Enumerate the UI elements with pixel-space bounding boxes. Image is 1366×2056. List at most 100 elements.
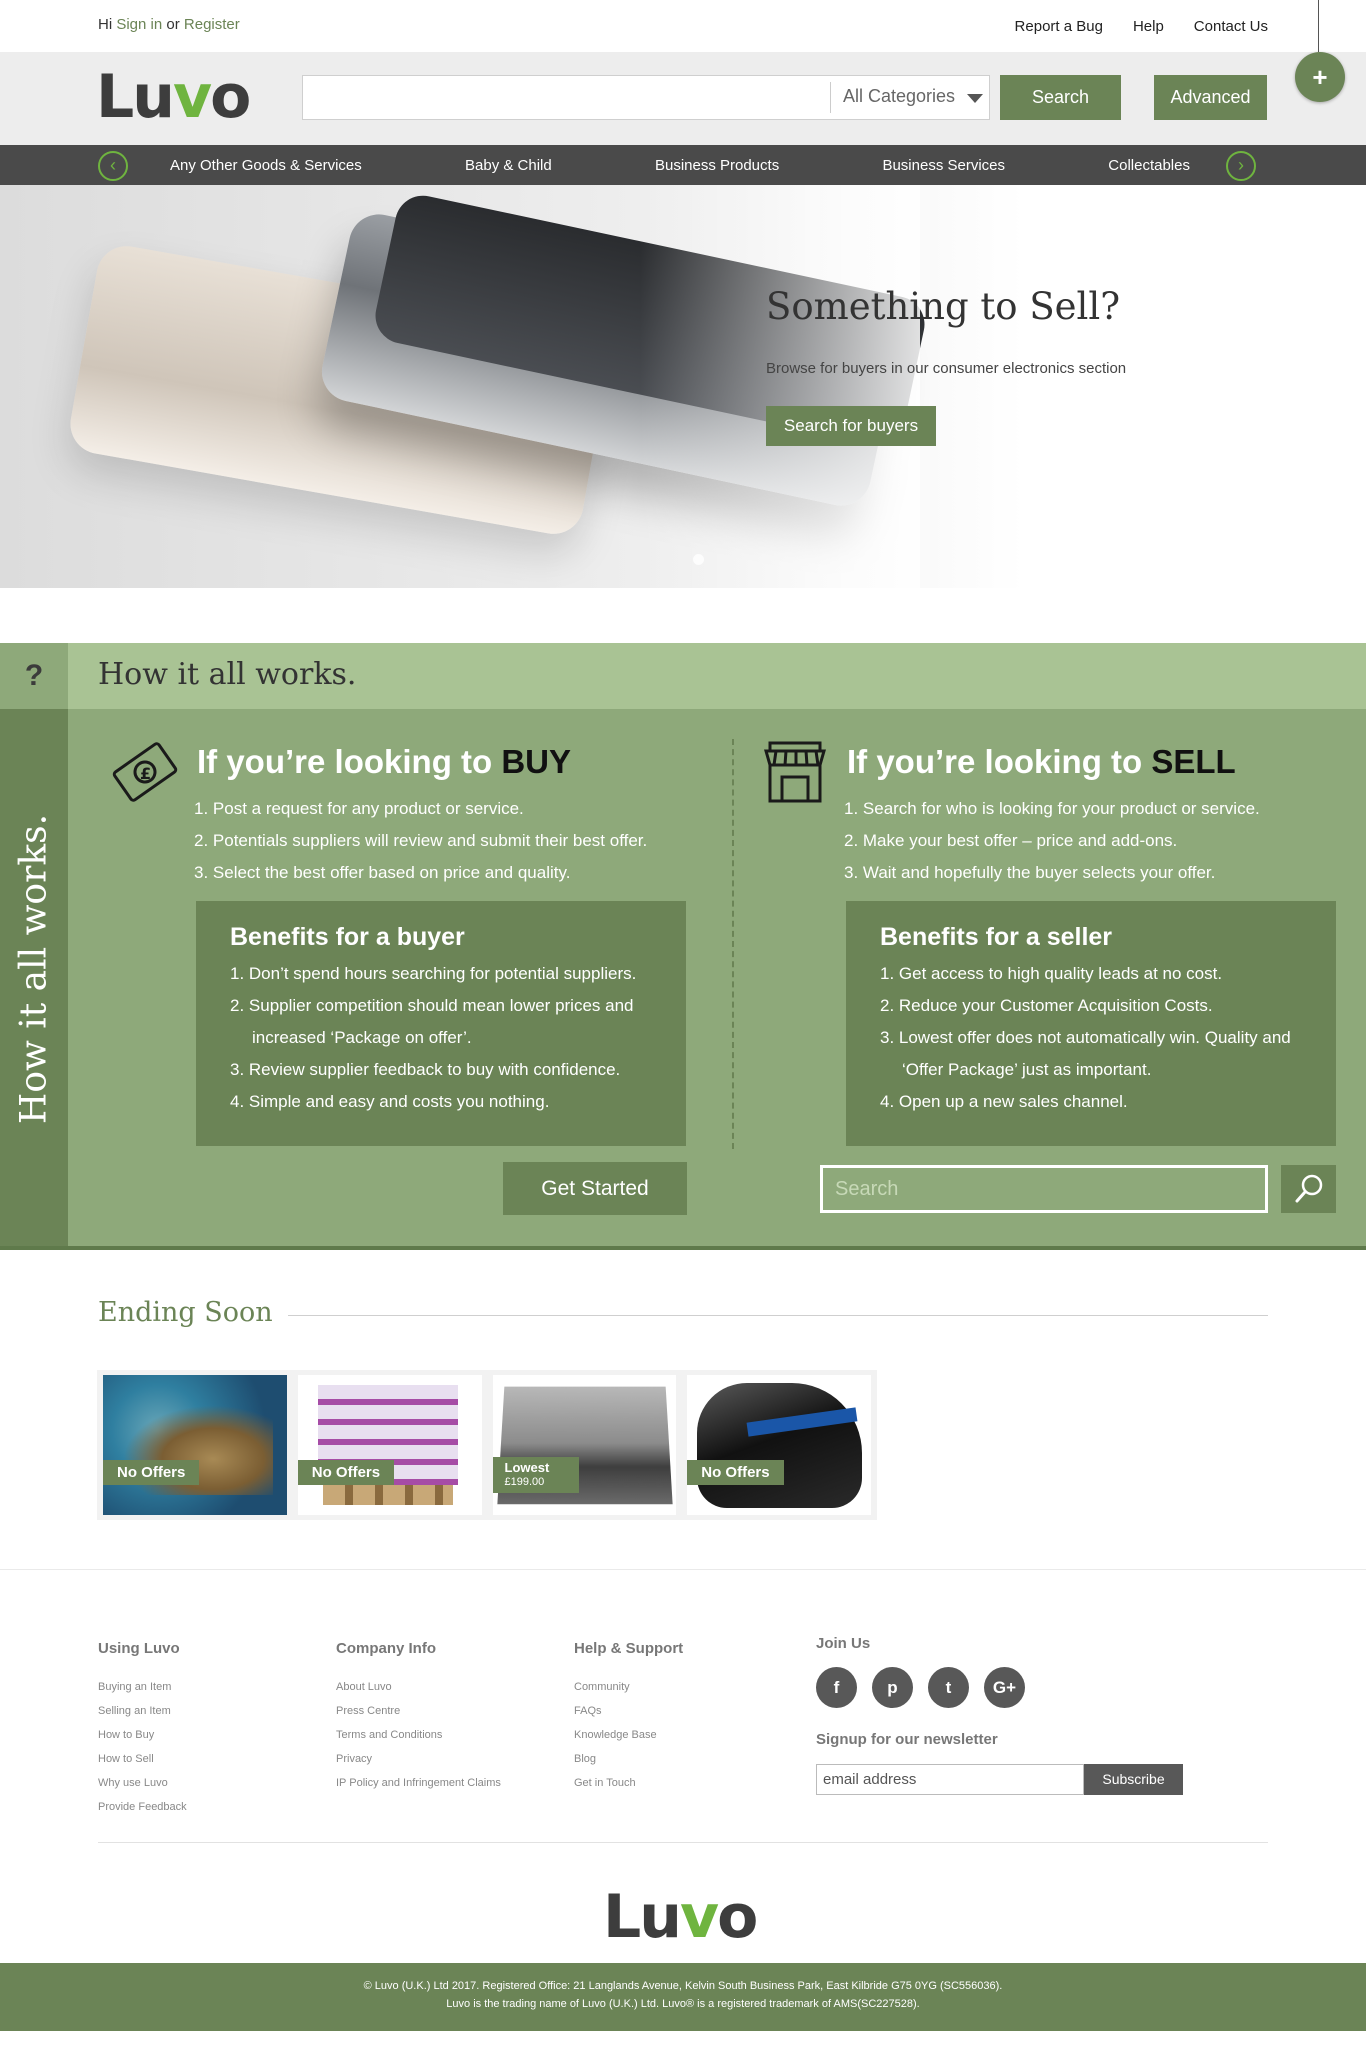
plus-icon[interactable]: + [1295,52,1345,102]
get-started-button[interactable]: Get Started [503,1162,687,1215]
listing-card[interactable]: Lowest £199.00 [492,1375,677,1515]
svg-text:£: £ [140,764,151,783]
search-for-buyers-button[interactable]: Search for buyers [766,406,936,446]
list-item: 3. Wait and hopefully the buyer selects … [844,863,1216,882]
join-us-title: Join Us [816,1635,871,1652]
offer-badge: No Offers [687,1460,784,1485]
nav-items: Any Other Goods & Services Baby & Child … [150,145,1210,185]
footer-link[interactable]: FAQs [574,1699,683,1723]
listing-card[interactable]: No Offers [297,1375,482,1515]
google-plus-icon[interactable]: G+ [984,1667,1025,1708]
sell-title-emph: SELL [1151,743,1236,780]
help-link[interactable]: Help [1133,18,1164,35]
footer-link[interactable]: Selling an Item [98,1699,187,1723]
category-select[interactable]: All Categories [843,86,955,107]
nav-item-collectables[interactable]: Collectables [1088,157,1210,174]
top-bar: Hi Sign in or Register Report a Bug Help… [0,0,1366,56]
footer-column-company-info: Company Info About Luvo Press Centre Ter… [336,1640,501,1795]
footer-column-title: Company Info [336,1640,436,1657]
hero-banner: Something to Sell? Browse for buyers in … [0,185,1366,588]
register-link[interactable]: Register [184,16,240,33]
list-item: 1. Don’t spend hours searching for poten… [230,964,637,983]
footer-link[interactable]: Community [574,1675,683,1699]
seller-benefits-list: 1. Get access to high quality leads at n… [880,958,1302,1118]
newsletter-email-input[interactable] [816,1764,1084,1795]
list-item: 2. Potentials suppliers will review and … [194,831,648,850]
buy-steps: 1. Post a request for any product or ser… [194,793,714,889]
list-item: 2. Make your best offer – price and add-… [844,831,1178,850]
pinterest-icon[interactable]: p [872,1667,913,1708]
nav-item-baby-child[interactable]: Baby & Child [445,157,572,174]
chevron-right-icon[interactable]: › [1226,151,1256,181]
footer-column-title: Help & Support [574,1640,684,1657]
advanced-search-button[interactable]: Advanced [1154,75,1267,120]
footer-link[interactable]: Press Centre [336,1699,501,1723]
footer-link[interactable]: How to Sell [98,1747,187,1771]
buyer-search-input[interactable] [820,1165,1268,1213]
offer-price: £199.00 [504,1476,545,1488]
divider [732,739,734,1149]
search-icon[interactable] [1281,1165,1336,1213]
subscribe-button[interactable]: Subscribe [1084,1764,1183,1795]
sign-in-link[interactable]: Sign in [116,16,162,33]
search-bar: All Categories [302,75,990,120]
divider [830,82,831,113]
footer-link[interactable]: Get in Touch [574,1771,683,1795]
hero-title: Something to Sell? [766,285,1121,328]
footer-link[interactable]: Terms and Conditions [336,1723,501,1747]
listing-card[interactable]: No Offers [103,1375,287,1515]
footer-link[interactable]: Blog [574,1747,683,1771]
search-button[interactable]: Search [1000,75,1121,120]
nav-item-any-other-goods[interactable]: Any Other Goods & Services [150,157,382,174]
list-item: 4. Simple and easy and costs you nothing… [230,1092,550,1111]
search-input[interactable] [303,76,830,119]
sell-steps: 1. Search for who is looking for your pr… [844,793,1364,889]
header: Luvo All Categories Search Advanced [0,52,1366,145]
footer-link[interactable]: About Luvo [336,1675,501,1699]
list-item: 1. Post a request for any product or ser… [194,799,524,818]
buy-title-prefix: If you’re looking to [197,743,493,780]
nav-item-business-services[interactable]: Business Services [862,157,1025,174]
newsletter-title: Signup for our newsletter [816,1731,998,1748]
carousel-dot[interactable] [693,554,704,565]
nav-item-business-products[interactable]: Business Products [635,157,799,174]
footer-link[interactable]: Privacy [336,1747,501,1771]
list-item: 3. Select the best offer based on price … [194,863,571,882]
footer-link[interactable]: Why use Luvo [98,1771,187,1795]
report-bug-link[interactable]: Report a Bug [1015,18,1103,35]
twitter-icon[interactable]: t [928,1667,969,1708]
or-text: or [166,16,180,33]
list-item: 2. Supplier competition should mean lowe… [230,996,634,1047]
hero-subtitle: Browse for buyers in our consumer electr… [766,360,1127,377]
footer-link[interactable]: How to Buy [98,1723,187,1747]
list-item: 1. Search for who is looking for your pr… [844,799,1260,818]
offer-badge: Lowest £199.00 [492,1457,580,1493]
footer-logo[interactable]: Luvo [603,1882,758,1952]
footer-link[interactable]: Buying an Item [98,1675,187,1699]
footer-link[interactable]: Provide Feedback [98,1795,187,1819]
facebook-icon[interactable]: f [816,1667,857,1708]
list-item: 3. Lowest offer does not automatically w… [880,1028,1291,1079]
contact-us-link[interactable]: Contact Us [1194,18,1268,35]
sell-title: If you’re looking to SELL [847,743,1236,781]
footer-link[interactable]: Knowledge Base [574,1723,683,1747]
chevron-down-icon[interactable] [967,94,983,103]
social-links: f p t G+ [816,1667,1025,1708]
offer-label: Lowest [504,1460,550,1475]
footer-links: Community FAQs Knowledge Base Blog Get i… [574,1675,683,1795]
footer-link[interactable]: IP Policy and Infringement Claims [336,1771,501,1795]
list-item: 1. Get access to high quality leads at n… [880,964,1223,983]
footer-column-title: Using Luvo [98,1640,180,1657]
copyright-line-2: Luvo is the trading name of Luvo (U.K.) … [446,1998,920,2010]
listing-card[interactable]: No Offers [687,1375,871,1515]
offer-badge: No Offers [103,1460,200,1485]
seller-benefits-box: Benefits for a seller 1. Get access to h… [846,901,1336,1146]
buy-title-emph: BUY [501,743,572,780]
chevron-left-icon[interactable]: ‹ [98,151,128,181]
divider [0,1246,1366,1250]
sell-title-prefix: If you’re looking to [847,743,1143,780]
question-icon: ? [0,643,68,709]
logo[interactable]: Luvo [96,62,251,132]
footer-links: About Luvo Press Centre Terms and Condit… [336,1675,501,1795]
ending-soon-cards: No Offers No Offers Lowest £199.00 No Of… [97,1370,877,1520]
